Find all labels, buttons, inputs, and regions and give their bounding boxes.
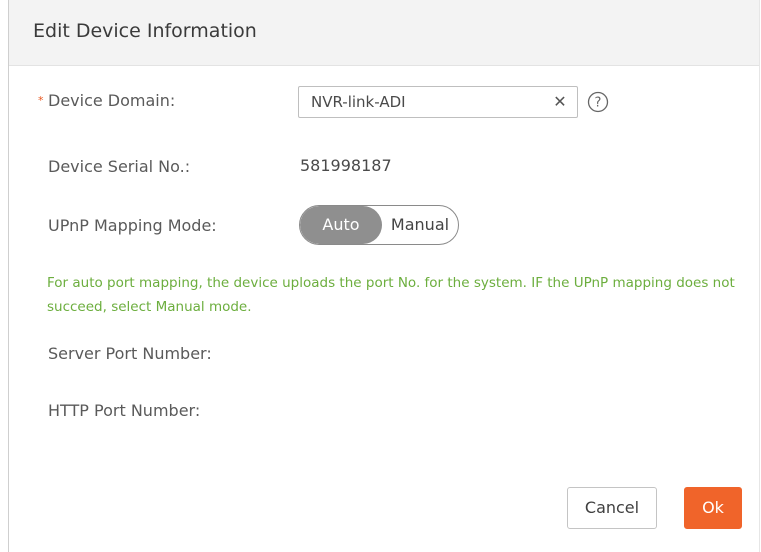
edit-device-dialog: Edit Device Information * Device Domain:… [8,0,760,552]
upnp-manual-option[interactable]: Manual [382,206,458,244]
server-port-label: Server Port Number: [48,344,212,363]
device-domain-input[interactable] [299,87,551,117]
cancel-button[interactable]: Cancel [567,487,657,529]
device-serial-value: 581998187 [300,156,392,175]
upnp-auto-option[interactable]: Auto [300,206,382,244]
device-serial-label: Device Serial No.: [48,157,191,176]
http-port-label: HTTP Port Number: [48,401,201,420]
dialog-header: Edit Device Information [9,0,759,66]
upnp-mode-toggle[interactable]: Auto Manual [299,205,459,245]
dialog-title: Edit Device Information [33,20,257,42]
close-icon[interactable]: ✕ [551,93,569,111]
svg-text:?: ? [595,96,602,111]
device-domain-field[interactable]: ✕ [298,86,578,118]
upnp-mode-label: UPnP Mapping Mode: [48,216,217,235]
ok-button[interactable]: Ok [684,487,742,529]
device-domain-label: Device Domain: [48,91,176,110]
required-marker: * [38,94,44,107]
upnp-hint-text: For auto port mapping, the device upload… [47,275,735,315]
help-icon[interactable]: ? [587,91,609,113]
